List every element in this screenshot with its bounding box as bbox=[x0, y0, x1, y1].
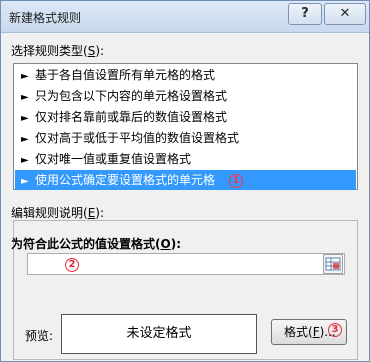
rule-item-unique-duplicate[interactable]: ► 仅对唯一值或重复值设置格式 bbox=[15, 149, 356, 169]
preview-box: 未设定格式 bbox=[61, 314, 257, 354]
window-title: 新建格式规则 bbox=[9, 11, 82, 25]
rule-item-all-cells[interactable]: ► 基于各自值设置所有单元格的格式 bbox=[15, 65, 356, 85]
rule-type-list[interactable]: ► 基于各自值设置所有单元格的格式 ► 只为包含以下内容的单元格设置格式 ► 仅对排名… bbox=[13, 63, 358, 190]
arrow-icon: ► bbox=[21, 71, 29, 82]
preview-text: 未设定格式 bbox=[126, 326, 192, 341]
formula-label-suffix: ): bbox=[170, 237, 181, 251]
rule-type-label: 选择规则类型(S): bbox=[11, 42, 104, 59]
rule-item-label: 仅对排名靠前或靠后的数值设置格式 bbox=[35, 110, 228, 124]
range-select-icon bbox=[325, 257, 341, 271]
edit-description-label-prefix: 编辑规则说明( bbox=[11, 206, 88, 220]
formula-label-prefix: 为符合此公式的值设置格式( bbox=[11, 237, 161, 251]
title-bar: 新建格式规则 ? ✕ bbox=[1, 1, 369, 33]
rule-item-label: 基于各自值设置所有单元格的格式 bbox=[35, 68, 216, 82]
close-icon: ✕ bbox=[339, 6, 351, 21]
rule-item-use-formula[interactable]: ► 使用公式确定要设置格式的单元格 1 bbox=[15, 170, 356, 190]
formula-label: 为符合此公式的值设置格式(O): bbox=[11, 235, 181, 252]
edit-description-label: 编辑规则说明(E): bbox=[11, 204, 104, 221]
annotation-badge-2: 2 bbox=[65, 258, 79, 272]
rule-type-label-suffix: ): bbox=[95, 44, 105, 58]
arrow-icon: ► bbox=[21, 176, 29, 187]
format-button-label-prefix: 格式( bbox=[284, 325, 313, 339]
rule-item-above-below-average[interactable]: ► 仅对高于或低于平均值的数值设置格式 bbox=[15, 128, 356, 148]
close-button[interactable]: ✕ bbox=[324, 3, 366, 25]
rule-item-label: 只为包含以下内容的单元格设置格式 bbox=[35, 89, 228, 103]
new-format-rule-dialog: 新建格式规则 ? ✕ 选择规则类型(S): ► 基于各自值设置所有单元格的格式 ►… bbox=[0, 0, 370, 362]
rule-item-top-bottom[interactable]: ► 仅对排名靠前或靠后的数值设置格式 bbox=[15, 107, 356, 127]
arrow-icon: ► bbox=[21, 134, 29, 145]
annotation-badge-3: 3 bbox=[328, 323, 342, 337]
arrow-icon: ► bbox=[21, 92, 29, 103]
rule-item-contains[interactable]: ► 只为包含以下内容的单元格设置格式 bbox=[15, 86, 356, 106]
format-button-label-key: F bbox=[312, 325, 320, 339]
preview-label: 预览: bbox=[25, 329, 54, 343]
arrow-icon: ► bbox=[21, 155, 29, 166]
rule-item-label: 使用公式确定要设置格式的单元格 bbox=[35, 173, 216, 187]
help-icon: ? bbox=[301, 6, 309, 21]
rule-item-label: 仅对高于或低于平均值的数值设置格式 bbox=[35, 131, 240, 145]
help-button[interactable]: ? bbox=[288, 3, 322, 25]
range-select-button[interactable] bbox=[323, 254, 343, 274]
annotation-badge-1: 1 bbox=[228, 173, 243, 188]
arrow-icon: ► bbox=[21, 113, 29, 124]
formula-label-key: O bbox=[160, 237, 171, 251]
rule-type-label-prefix: 选择规则类型( bbox=[11, 44, 88, 58]
rule-item-label: 仅对唯一值或重复值设置格式 bbox=[35, 152, 192, 166]
edit-description-label-suffix: ): bbox=[95, 206, 105, 220]
